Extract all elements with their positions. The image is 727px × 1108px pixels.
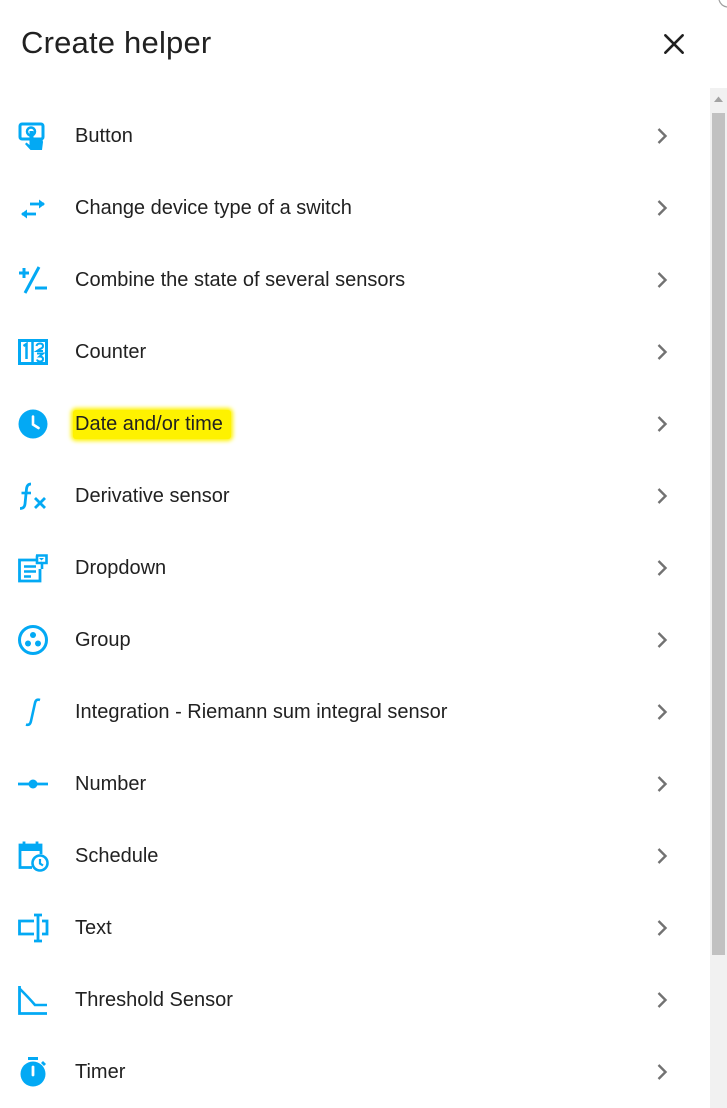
list-item-label: Group bbox=[75, 629, 131, 651]
chevron-right-icon bbox=[657, 776, 668, 792]
list-item-change-device-type[interactable]: Change device type of a switch bbox=[0, 172, 710, 244]
list-item-group[interactable]: Group bbox=[0, 604, 710, 676]
list-item-schedule[interactable]: Schedule bbox=[0, 820, 710, 892]
chevron-right-icon bbox=[657, 560, 668, 576]
list-item-label: Derivative sensor bbox=[75, 485, 230, 507]
list-item-integration[interactable]: Integration - Riemann sum integral senso… bbox=[0, 676, 710, 748]
list-item-number[interactable]: Number bbox=[0, 748, 710, 820]
list-item-label: Text bbox=[75, 917, 112, 939]
list-item-label: Timer bbox=[75, 1061, 126, 1083]
chevron-right-icon bbox=[657, 920, 668, 936]
chevron-right-icon bbox=[657, 992, 668, 1008]
chevron-right-icon bbox=[657, 1064, 668, 1080]
scrollbar-thumb[interactable] bbox=[712, 113, 725, 955]
dialog-title: Create helper bbox=[21, 25, 212, 60]
corner-mark bbox=[718, 0, 727, 8]
list-item-button[interactable]: Button bbox=[0, 100, 710, 172]
list-item-dropdown[interactable]: Dropdown bbox=[0, 532, 710, 604]
timer-icon bbox=[17, 1056, 49, 1088]
chevron-right-icon bbox=[657, 200, 668, 216]
list-item-combine-sensors[interactable]: Combine the state of several sensors bbox=[0, 244, 710, 316]
chevron-right-icon bbox=[657, 848, 668, 864]
list-item-label: Number bbox=[75, 773, 147, 795]
scroll-up-button[interactable] bbox=[710, 88, 727, 110]
list-item-label: Counter bbox=[75, 341, 147, 363]
list-item-label: Combine the state of several sensors bbox=[75, 269, 406, 291]
scroll-up-arrow-icon bbox=[714, 96, 723, 102]
chevron-right-icon bbox=[657, 632, 668, 648]
swap-horizontal-icon bbox=[17, 192, 49, 224]
list-item-text[interactable]: Text bbox=[0, 892, 710, 964]
list-item-label: Integration - Riemann sum integral senso… bbox=[75, 701, 448, 723]
calendar-clock-icon bbox=[17, 840, 49, 872]
chevron-right-icon bbox=[657, 416, 668, 432]
chevron-right-icon bbox=[657, 344, 668, 360]
function-variant-icon bbox=[17, 480, 49, 512]
list-item-threshold-sensor[interactable]: Threshold Sensor bbox=[0, 964, 710, 1036]
list-item-label: Threshold Sensor bbox=[75, 989, 233, 1011]
integral-icon bbox=[17, 696, 49, 728]
list-item-label: Change device type of a switch bbox=[75, 197, 352, 219]
chevron-right-icon bbox=[657, 704, 668, 720]
list-item-timer[interactable]: Timer bbox=[0, 1036, 710, 1108]
chevron-right-icon bbox=[657, 272, 668, 288]
threshold-chart-icon bbox=[17, 984, 49, 1016]
list-item-counter[interactable]: Counter bbox=[0, 316, 710, 388]
create-helper-dialog: Create helper Button Change device type … bbox=[0, 0, 727, 1108]
clock-icon bbox=[17, 408, 49, 440]
list-item-label: Button bbox=[75, 125, 133, 147]
scrollbar[interactable] bbox=[710, 88, 727, 1108]
list-item-label: Dropdown bbox=[75, 557, 167, 579]
form-dropdown-icon bbox=[17, 552, 49, 584]
helper-list: Button Change device type of a switch Co… bbox=[0, 100, 710, 1108]
counter-icon bbox=[17, 336, 49, 368]
close-icon bbox=[664, 34, 684, 54]
ray-vertex-icon bbox=[17, 768, 49, 800]
list-item-label: Schedule bbox=[75, 845, 159, 867]
dialog-header: Create helper bbox=[0, 0, 727, 88]
chevron-right-icon bbox=[657, 488, 668, 504]
gesture-tap-button-icon bbox=[17, 120, 49, 152]
close-button[interactable] bbox=[652, 22, 696, 66]
form-textbox-icon bbox=[17, 912, 49, 944]
plus-minus-icon bbox=[17, 264, 49, 296]
group-icon bbox=[17, 624, 49, 656]
list-item-derivative-sensor[interactable]: Derivative sensor bbox=[0, 460, 710, 532]
list-item-label: Date and/or time bbox=[73, 410, 231, 439]
chevron-right-icon bbox=[657, 128, 668, 144]
list-item-date-time[interactable]: Date and/or time bbox=[0, 388, 710, 460]
